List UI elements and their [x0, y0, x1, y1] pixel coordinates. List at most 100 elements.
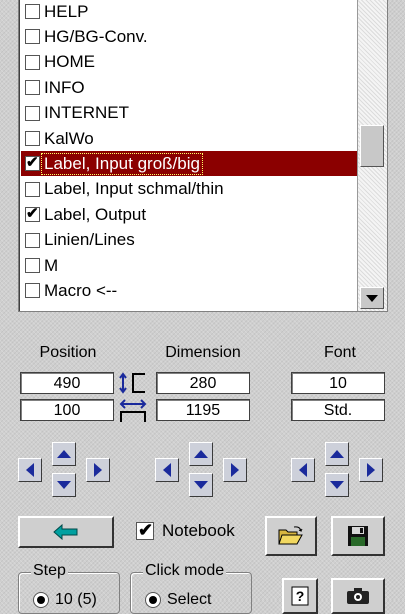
click-mode-option[interactable]: Select — [145, 591, 211, 609]
step-option[interactable]: 10 (5) — [33, 591, 97, 609]
list-item-label: Label, Output — [44, 204, 147, 224]
list-item-checkbox[interactable] — [25, 105, 40, 121]
step-radio[interactable] — [33, 592, 49, 608]
vertical-scrollbar[interactable] — [357, 0, 387, 311]
font-left-button[interactable] — [291, 458, 315, 482]
list-item-label: HOME — [44, 52, 95, 72]
list-item[interactable]: Linien/Lines — [21, 228, 357, 253]
list-item-checkbox[interactable] — [25, 181, 40, 197]
arrow-down-icon — [57, 481, 71, 489]
dimension-left-button[interactable] — [155, 458, 179, 482]
folder-open-icon — [278, 526, 303, 545]
dimension-height-field[interactable]: 1195 — [156, 399, 250, 421]
capture-button[interactable] — [331, 578, 385, 614]
position-up-button[interactable] — [52, 442, 76, 466]
list-item[interactable]: INTERNET — [21, 101, 357, 126]
list-item-checkbox[interactable] — [25, 131, 40, 146]
arrow-right-icon — [231, 463, 239, 477]
click-mode-radio[interactable] — [145, 592, 161, 608]
svg-text:?: ? — [296, 588, 305, 604]
dimension-down-button[interactable] — [189, 473, 213, 497]
list-item-checkbox[interactable]: ✔ — [25, 205, 40, 223]
list-item-checkbox[interactable] — [25, 29, 40, 45]
dimension-label: Dimension — [165, 344, 241, 361]
list-item-checkbox[interactable] — [25, 80, 40, 96]
position-y-field[interactable]: 100 — [20, 399, 114, 421]
save-button[interactable] — [331, 516, 385, 556]
arrow-left-icon — [53, 524, 78, 540]
list-item-label: INFO — [44, 77, 85, 97]
help-button[interactable]: ? — [282, 578, 318, 614]
arrow-down-icon — [194, 481, 208, 489]
arrow-left-icon — [26, 463, 34, 477]
position-right-button[interactable] — [86, 458, 110, 482]
list-item-checkbox[interactable] — [25, 4, 40, 19]
list-items: HELP HG/BG-Conv. HOME INFO INTERNET KalWo ✔ Lab… — [19, 0, 357, 311]
list-item-checkbox[interactable] — [25, 258, 40, 273]
step-group-title: Step — [31, 562, 68, 580]
list-item-label: KalWo — [44, 128, 94, 148]
list-item-checkbox[interactable]: ✔ — [25, 154, 40, 172]
font-down-button[interactable] — [325, 473, 349, 497]
list-item[interactable]: INFO — [21, 75, 357, 100]
click-mode-group-title: Click mode — [143, 562, 227, 580]
list-item-label: Macro <-- — [44, 280, 118, 300]
position-down-button[interactable] — [52, 473, 76, 497]
list-item-checkbox[interactable] — [25, 54, 40, 70]
open-button[interactable] — [265, 516, 317, 556]
step-group: Step 10 (5) — [18, 562, 120, 614]
dimension-right-button[interactable] — [223, 458, 247, 482]
dimension-up-button[interactable] — [189, 442, 213, 466]
floppy-disk-icon — [348, 526, 368, 546]
list-item[interactable]: Macro <-- — [21, 278, 357, 303]
list-item-label: Linien/Lines — [44, 230, 135, 250]
list-item-checkbox[interactable] — [25, 283, 40, 299]
position-dimension-link-icon — [119, 372, 147, 422]
notebook-toggle[interactable]: ✔ Notebook — [136, 520, 235, 541]
list-item-label: Label, Input schmal/thin — [44, 179, 224, 199]
dimension-width-field[interactable]: 280 — [156, 372, 250, 394]
question-mark-icon: ? — [291, 586, 309, 606]
scrollbar-thumb[interactable] — [360, 125, 384, 167]
arrow-up-icon — [330, 450, 344, 458]
font-size-field[interactable]: 10 — [291, 372, 385, 394]
list-item[interactable]: KalWo — [21, 126, 357, 151]
arrow-right-icon — [367, 463, 375, 477]
dimension-arrow-pad — [155, 442, 247, 498]
arrow-left-icon — [299, 463, 307, 477]
arrow-up-icon — [57, 450, 71, 458]
chevron-down-icon — [366, 294, 378, 302]
font-style-field[interactable]: Std. — [291, 399, 385, 421]
list-item[interactable]: HELP — [21, 0, 357, 24]
list-item-checkbox[interactable] — [25, 232, 40, 248]
click-mode-option-label: Select — [167, 591, 212, 608]
font-arrow-pad — [291, 442, 383, 498]
font-right-button[interactable] — [359, 458, 383, 482]
font-label: Font — [323, 344, 356, 361]
position-arrow-pad — [18, 442, 110, 498]
list-item-label: INTERNET — [44, 103, 129, 123]
position-label: Position — [39, 344, 97, 361]
list-item[interactable]: ✔ Label, Input groß/big — [21, 151, 357, 177]
list-item-label: Label, Input groß/big — [41, 152, 203, 175]
notebook-checkbox[interactable]: ✔ — [136, 520, 154, 540]
list-item[interactable]: ✔ Label, Output — [21, 202, 357, 227]
scroll-down-button[interactable] — [360, 287, 384, 309]
click-mode-group: Click mode Select — [130, 562, 252, 614]
list-item[interactable]: M — [21, 253, 357, 278]
font-up-button[interactable] — [325, 442, 349, 466]
arrow-down-icon — [330, 481, 344, 489]
list-item[interactable]: HOME — [21, 50, 357, 75]
back-button[interactable] — [18, 516, 114, 548]
arrow-up-icon — [194, 450, 208, 458]
camera-icon — [347, 588, 369, 604]
position-x-field[interactable]: 490 — [20, 372, 114, 394]
item-list[interactable]: HELP HG/BG-Conv. HOME INFO INTERNET KalWo ✔ Lab… — [18, 0, 388, 312]
list-item[interactable]: Label, Input schmal/thin — [21, 177, 357, 202]
arrow-right-icon — [94, 463, 102, 477]
arrow-left-icon — [163, 463, 171, 477]
list-item[interactable]: HG/BG-Conv. — [21, 24, 357, 49]
position-left-button[interactable] — [18, 458, 42, 482]
notebook-label: Notebook — [162, 521, 235, 540]
step-option-label: 10 (5) — [55, 591, 97, 608]
